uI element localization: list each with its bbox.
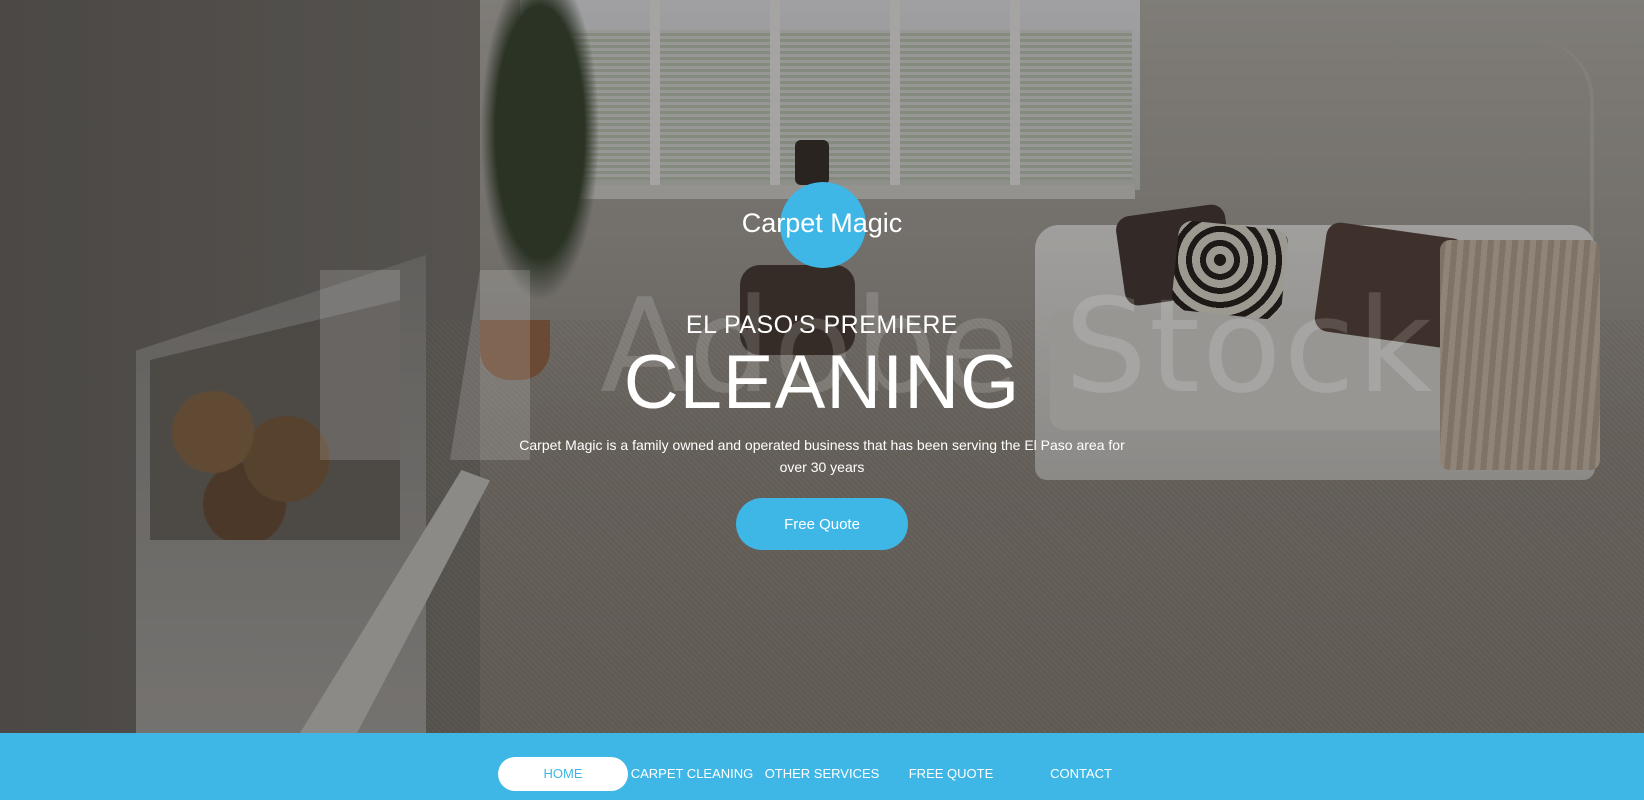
nav-item-other-services[interactable]: OTHER SERVICES bbox=[757, 757, 887, 791]
hero-subtitle: EL PASO'S PREMIERE bbox=[685, 311, 959, 339]
nav-item-home[interactable]: HOME bbox=[498, 757, 628, 791]
hero-description: Carpet Magic is a family owned and opera… bbox=[519, 437, 1125, 475]
hero-section: Adobe Stock Carpet Magic EL PASO'S PREMI… bbox=[0, 0, 1644, 733]
nav-item-contact[interactable]: CONTACT bbox=[1016, 757, 1146, 791]
main-nav: HOME CARPET CLEANING OTHER SERVICES FREE… bbox=[0, 733, 1644, 800]
brand-logo-text[interactable]: Carpet Magic bbox=[0, 208, 1644, 239]
hero-headline: CLEANING bbox=[623, 340, 1021, 425]
nav-item-free-quote[interactable]: FREE QUOTE bbox=[886, 757, 1016, 791]
free-quote-button[interactable]: Free Quote bbox=[736, 498, 908, 550]
nav-item-carpet-cleaning[interactable]: CARPET CLEANING bbox=[627, 757, 757, 791]
